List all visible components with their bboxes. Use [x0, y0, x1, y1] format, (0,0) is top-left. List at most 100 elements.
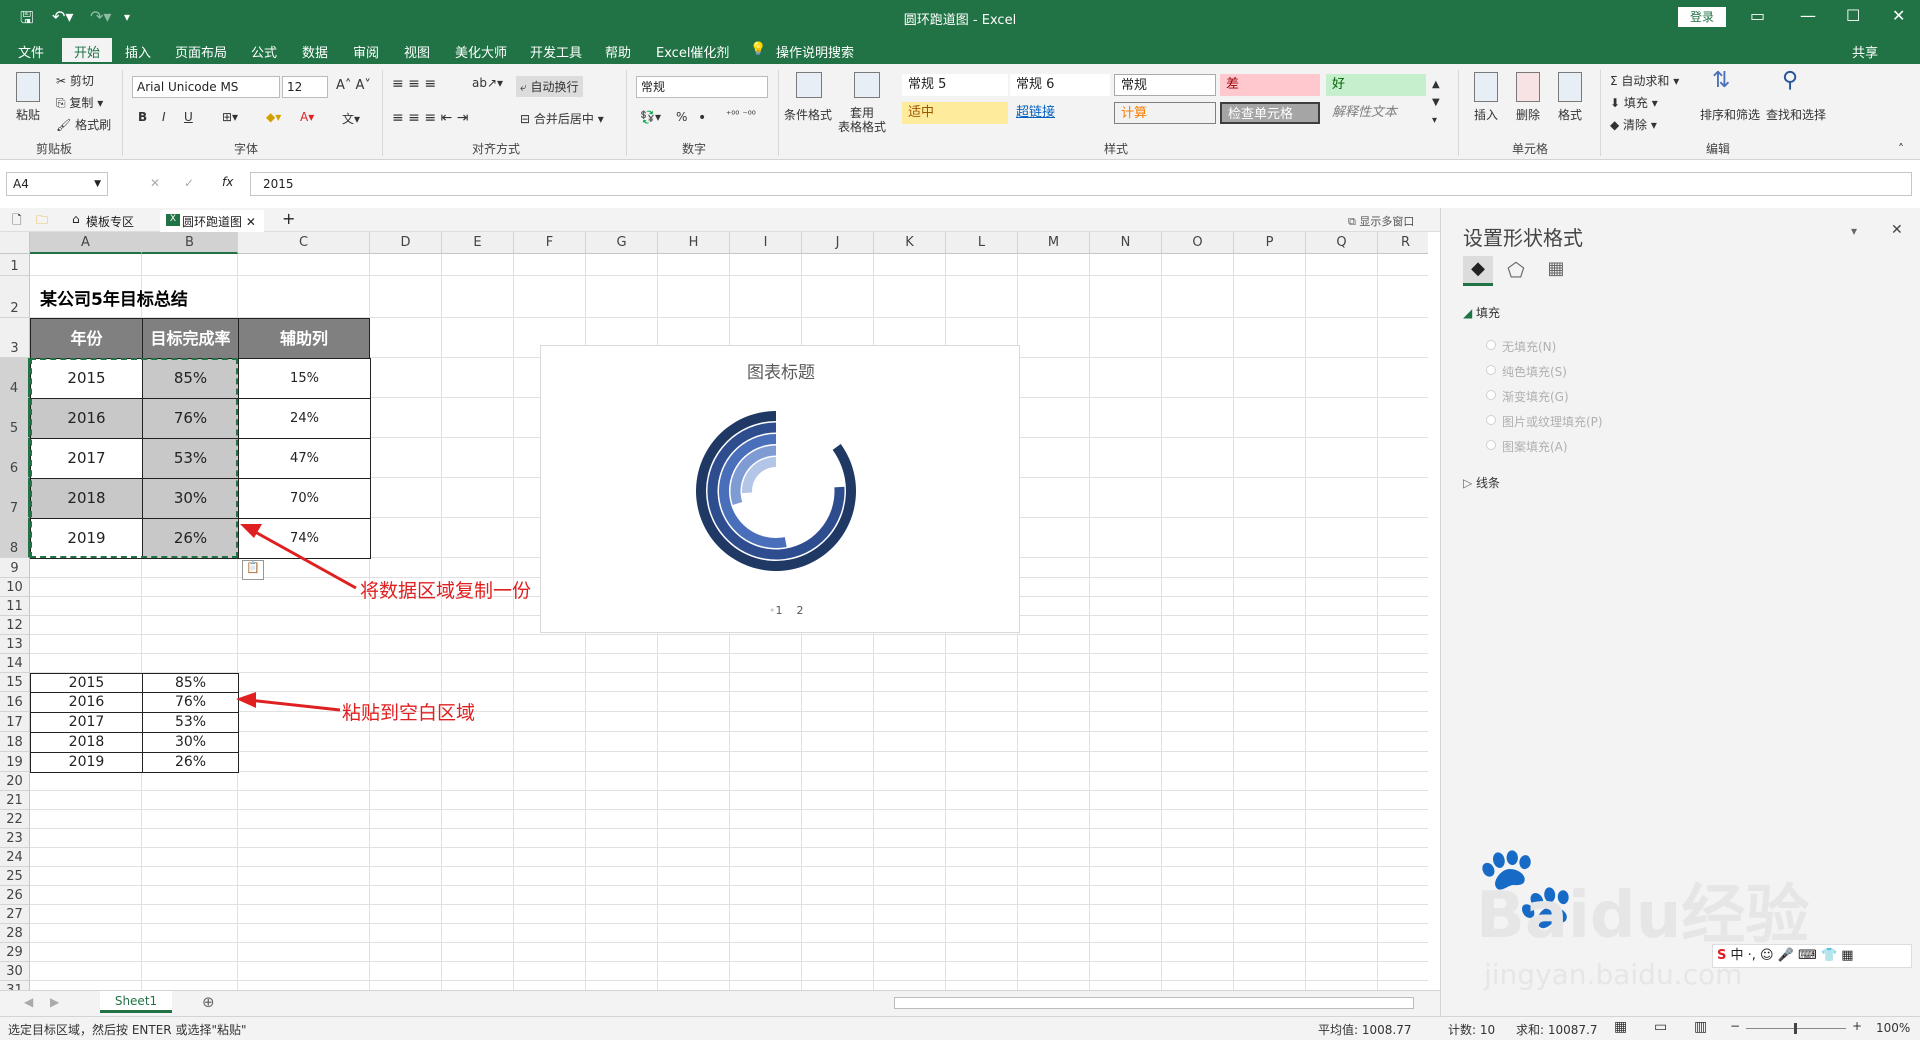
tab-developer[interactable]: 开发工具	[530, 42, 582, 61]
format-painter-button[interactable]: 🖌 格式刷	[56, 116, 111, 133]
comma-button[interactable]: •	[698, 110, 706, 126]
grow-font-icon[interactable]: A˄ A˅	[336, 78, 371, 93]
style-neutral[interactable]: 适中	[902, 102, 1008, 124]
legend-entry-2[interactable]: 2	[797, 604, 804, 617]
format-cells-button[interactable]: 格式	[1558, 106, 1582, 123]
share-button[interactable]: 共享	[1852, 42, 1878, 61]
legend-entry-1[interactable]: •1	[769, 604, 783, 617]
tell-me-search[interactable]: 操作说明搜索	[776, 42, 854, 61]
style-bad[interactable]: 差	[1220, 74, 1320, 96]
vertical-align-icons[interactable]: ≡ ≡ ≡	[392, 76, 436, 92]
ribbon-display-icon[interactable]: ▭	[1750, 6, 1765, 25]
zoom-out-icon[interactable]: −	[1730, 1019, 1740, 1033]
size-properties-icon[interactable]: ▦	[1543, 258, 1569, 284]
bold-button[interactable]: B	[138, 110, 147, 124]
phonetic-icon[interactable]: 文▾	[342, 110, 360, 127]
insert-function-button[interactable]: fx	[222, 175, 233, 189]
font-color-icon[interactable]: A▾	[300, 110, 314, 124]
close-icon[interactable]: ✕	[1892, 6, 1905, 25]
delete-cells-icon[interactable]	[1516, 72, 1540, 102]
collapse-ribbon-icon[interactable]: ˄	[1898, 142, 1904, 156]
add-sheet-icon[interactable]: ⊕	[202, 993, 215, 1011]
pane-close-icon[interactable]: ✕	[1891, 222, 1903, 238]
delete-cells-button[interactable]: 删除	[1516, 106, 1540, 123]
radio-picture-fill[interactable]	[1486, 415, 1496, 425]
percent-button[interactable]: %	[676, 110, 687, 124]
zoom-level[interactable]: 100%	[1876, 1021, 1910, 1035]
chart-legend[interactable]: •1 2	[769, 604, 804, 617]
merge-center-button[interactable]: ⊟ 合并后居中 ▾	[520, 110, 604, 127]
autosum-button[interactable]: Σ 自动求和 ▾	[1610, 72, 1679, 89]
page-layout-view-icon[interactable]: ▭	[1654, 1019, 1667, 1035]
tab-excel-catalyst[interactable]: Excel催化剂	[656, 42, 729, 61]
font-size-select[interactable]: 12	[282, 76, 328, 98]
maximize-icon[interactable]: ☐	[1846, 6, 1860, 25]
table-format-icon[interactable]	[854, 72, 880, 98]
sheet-prev-icon[interactable]: ◀	[24, 995, 33, 1009]
radio-gradient-fill[interactable]	[1486, 390, 1496, 400]
border-icon[interactable]: ⊞▾	[222, 110, 238, 124]
font-name-select[interactable]: Arial Unicode MS	[132, 76, 280, 98]
zoom-in-icon[interactable]: +	[1852, 1019, 1862, 1033]
style-explanatory[interactable]: 解释性文本	[1326, 102, 1426, 124]
conditional-format-button[interactable]: 条件格式	[784, 106, 832, 123]
currency-icon[interactable]: 💱▾	[640, 110, 661, 124]
login-button[interactable]: 登录	[1678, 7, 1726, 27]
style-normal5[interactable]: 常规 5	[902, 74, 1008, 96]
tab-file[interactable]: 文件	[18, 42, 44, 61]
format-cells-icon[interactable]	[1558, 72, 1582, 102]
fill-color-icon[interactable]: ◆▾	[266, 110, 281, 124]
style-hyperlink[interactable]: 超链接	[1010, 102, 1110, 124]
pane-options-icon[interactable]: ▾	[1851, 224, 1857, 238]
option-picture-fill[interactable]: 图片或纹理填充(P)	[1502, 413, 1603, 430]
insert-cells-button[interactable]: 插入	[1474, 106, 1498, 123]
orientation-icon[interactable]: ab↗▾	[472, 76, 503, 90]
ime-toolbar[interactable]: S 中 ·, ☺ 🎤 ⌨ 👕 ▦	[1712, 944, 1912, 968]
minimize-icon[interactable]: —	[1800, 6, 1816, 25]
tab-formulas[interactable]: 公式	[251, 42, 277, 61]
style-calculation[interactable]: 计算	[1114, 102, 1216, 124]
tab-help[interactable]: 帮助	[605, 42, 631, 61]
sort-filter-icon[interactable]: ⇅	[1712, 68, 1730, 93]
open-folder-icon[interactable]: 🗀	[36, 211, 48, 232]
italic-button[interactable]: I	[162, 110, 166, 124]
style-good[interactable]: 好	[1326, 74, 1426, 96]
enter-icon[interactable]: ✓	[184, 176, 194, 190]
number-format-select[interactable]: 常规	[636, 76, 768, 98]
find-select-icon[interactable]: ⚲	[1782, 68, 1798, 93]
tab-review[interactable]: 审阅	[353, 42, 379, 61]
copy-button[interactable]: ⎘ 复制 ▾	[56, 94, 103, 111]
decimal-icons[interactable]: ⁺⁰⁰ ⁻⁰⁰	[726, 110, 756, 121]
styles-scroll-icon[interactable]: ▲ ▼ ▾	[1432, 76, 1440, 130]
option-solid-fill[interactable]: 纯色填充(S)	[1502, 363, 1567, 380]
formula-input[interactable]: 2015	[250, 172, 1912, 196]
sheet-tab-sheet1[interactable]: Sheet1	[100, 991, 172, 1013]
horizontal-align-icons[interactable]: ≡ ≡ ≡ ⇤ ⇥	[392, 110, 468, 126]
doughnut-helper-2015[interactable]	[776, 411, 841, 444]
insert-cells-icon[interactable]	[1474, 72, 1498, 102]
paste-button[interactable]: 粘贴	[16, 106, 40, 123]
fill-section-toggle[interactable]: ◢ 填充	[1463, 304, 1500, 321]
underline-button[interactable]: U	[184, 110, 193, 124]
tab-data[interactable]: 数据	[302, 42, 328, 61]
conditional-format-icon[interactable]	[796, 72, 822, 98]
line-section-toggle[interactable]: ▷ 线条	[1463, 474, 1500, 491]
horizontal-scrollbar[interactable]	[894, 997, 1414, 1009]
style-check-cell[interactable]: 检查单元格	[1220, 102, 1320, 124]
doughnut-chart[interactable]: 图表标题 •1 2	[540, 345, 1020, 633]
option-no-fill[interactable]: 无填充(N)	[1502, 338, 1556, 355]
zoom-thumb[interactable]	[1794, 1023, 1797, 1034]
normal-view-icon[interactable]: ▦	[1614, 1019, 1627, 1035]
show-windows-button[interactable]: ⧉ 显示多窗口	[1348, 213, 1414, 229]
cancel-icon[interactable]: ✕	[150, 176, 160, 190]
option-pattern-fill[interactable]: 图案填充(A)	[1502, 438, 1568, 455]
style-normal6[interactable]: 常规 6	[1010, 74, 1110, 96]
new-doc-icon[interactable]: 🗋	[12, 211, 22, 232]
name-box[interactable]: A4 ▼	[6, 172, 108, 196]
find-select-button[interactable]: 查找和选择	[1766, 106, 1826, 123]
radio-solid-fill[interactable]	[1486, 365, 1496, 375]
paste-icon[interactable]	[16, 72, 40, 102]
sort-filter-button[interactable]: 排序和筛选	[1700, 106, 1760, 123]
tab-meihua[interactable]: 美化大师	[455, 42, 507, 61]
new-tab-icon[interactable]: +	[282, 209, 295, 228]
